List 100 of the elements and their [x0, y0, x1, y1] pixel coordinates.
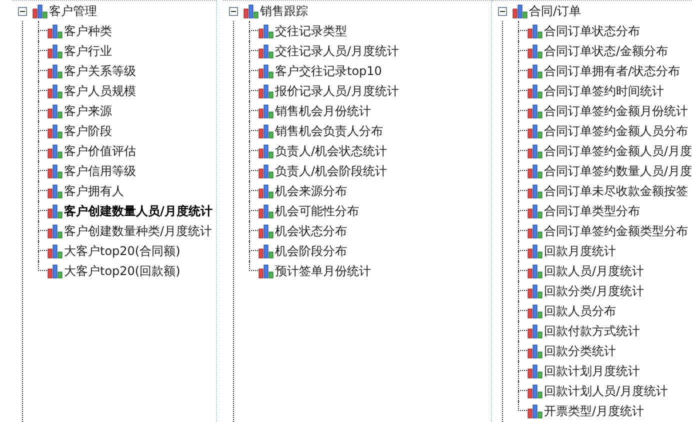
tree-item[interactable]: 回款人员分布 — [544, 302, 616, 320]
bar-chart-icon — [32, 3, 48, 19]
bar-chart-icon — [526, 43, 543, 59]
bar-chart-icon — [47, 43, 63, 59]
tree-item[interactable]: 回款分类统计 — [544, 342, 616, 360]
collapse-toggle[interactable] — [18, 6, 27, 16]
tree-item[interactable]: 回款计划人员/月度统计 — [544, 382, 668, 400]
tree-item[interactable]: 合同订单拥有者/状态分布 — [544, 62, 680, 80]
tree-item[interactable]: 客户关系等级 — [64, 62, 136, 80]
bar-chart-icon — [47, 163, 63, 179]
collapse-toggle[interactable] — [498, 6, 507, 16]
bar-chart-icon — [47, 63, 63, 79]
bar-chart-icon — [258, 43, 274, 59]
bar-chart-icon — [258, 103, 274, 119]
tree-item[interactable]: 负责人/机会阶段统计 — [275, 162, 388, 180]
tree-item[interactable]: 合同订单签约金额类型分布 — [544, 222, 688, 240]
tree-item[interactable]: 合同订单未尽收款金额按签 — [544, 182, 688, 200]
tree-node[interactable]: 合同/订单 — [528, 2, 581, 20]
tree-item[interactable]: 机会可能性分布 — [275, 202, 359, 220]
bar-chart-icon — [526, 163, 543, 179]
bar-chart-icon — [258, 203, 274, 219]
tree-item[interactable]: 机会阶段分布 — [275, 242, 347, 260]
bar-chart-icon — [258, 23, 274, 39]
tree-item[interactable]: 合同订单类型分布 — [544, 202, 640, 220]
tree-item[interactable]: 回款人员/月度统计 — [544, 262, 644, 280]
collapse-toggle[interactable] — [229, 6, 238, 16]
tree-item[interactable]: 合同订单状态分布 — [544, 22, 640, 40]
tree-item[interactable]: 交往记录人员/月度统计 — [275, 42, 400, 60]
bar-chart-icon — [258, 83, 274, 99]
bar-chart-icon — [47, 183, 63, 199]
bar-chart-icon — [258, 263, 274, 279]
bar-chart-icon — [526, 403, 543, 419]
tree-item[interactable]: 合同订单状态/金额分布 — [544, 42, 668, 60]
bar-chart-icon — [526, 143, 543, 159]
tree-item[interactable]: 开票类型/月度统计 — [544, 402, 644, 420]
tree-item[interactable]: 客户信用等级 — [64, 162, 136, 180]
tree-item[interactable]: 预计签单月份统计 — [275, 262, 371, 280]
tree-item[interactable]: 负责人/机会状态统计 — [275, 142, 388, 160]
bar-chart-icon — [47, 23, 63, 39]
bar-chart-icon — [258, 223, 274, 239]
tree-node[interactable]: 客户管理 — [49, 2, 97, 20]
tree-item[interactable]: 客户拥有人 — [64, 182, 124, 200]
tree-item[interactable]: 报价记录人员/月度统计 — [275, 82, 400, 100]
bar-chart-icon — [526, 223, 543, 239]
bar-chart-icon — [526, 283, 543, 299]
tree-item[interactable]: 回款付款方式统计 — [544, 322, 640, 340]
bar-chart-icon — [258, 143, 274, 159]
bar-chart-icon — [526, 363, 543, 379]
bar-chart-icon — [258, 163, 274, 179]
bar-chart-icon — [47, 263, 63, 279]
tree-item[interactable]: 回款计划月度统计 — [544, 362, 640, 380]
tree-item[interactable]: 合同订单签约金额人员/月度 — [544, 142, 692, 160]
tree-item[interactable]: 合同订单签约时间统计 — [544, 82, 664, 100]
bar-chart-icon — [526, 123, 543, 139]
bar-chart-icon — [47, 143, 63, 159]
tree-item[interactable]: 销售机会月份统计 — [275, 102, 371, 120]
bar-chart-icon — [47, 223, 63, 239]
tree-item[interactable]: 合同订单签约数量人员/月度 — [544, 162, 692, 180]
tree-item[interactable]: 客户行业 — [64, 42, 112, 60]
tree-item[interactable]: 大客户top20(合同额) — [64, 242, 180, 260]
bar-chart-icon — [47, 123, 63, 139]
tree-item[interactable]: 机会来源分布 — [275, 182, 347, 200]
tree-item[interactable]: 机会状态分布 — [275, 222, 347, 240]
tree-item[interactable]: 客户创建数量种类/月度统计 — [64, 222, 212, 240]
bar-chart-icon — [243, 3, 259, 19]
bar-chart-icon — [526, 303, 543, 319]
tree-item[interactable]: 客户创建数量人员/月度统计 — [64, 202, 212, 220]
tree-item[interactable]: 回款分类/月度统计 — [544, 282, 644, 300]
bar-chart-icon — [258, 183, 274, 199]
tree-item[interactable]: 客户价值评估 — [64, 142, 136, 160]
tree-item[interactable]: 客户阶段 — [64, 122, 112, 140]
bar-chart-icon — [526, 63, 543, 79]
bar-chart-icon — [526, 103, 543, 119]
bar-chart-icon — [526, 243, 543, 259]
bar-chart-icon — [526, 83, 543, 99]
bar-chart-icon — [526, 203, 543, 219]
bar-chart-icon — [47, 243, 63, 259]
tree-item[interactable]: 客户种类 — [64, 22, 112, 40]
bar-chart-icon — [47, 83, 63, 99]
tree-item[interactable]: 客户人员规模 — [64, 82, 136, 100]
bar-chart-icon — [512, 3, 528, 19]
bar-chart-icon — [47, 203, 63, 219]
bar-chart-icon — [258, 63, 274, 79]
tree-node[interactable]: 销售跟踪 — [260, 2, 308, 20]
bar-chart-icon — [526, 383, 543, 399]
tree-item[interactable]: 销售机会负责人分布 — [275, 122, 383, 140]
bar-chart-icon — [526, 343, 543, 359]
tree-item[interactable]: 回款月度统计 — [544, 242, 616, 260]
bar-chart-icon — [526, 23, 543, 39]
tree-item[interactable]: 合同订单签约金额人员分布 — [544, 122, 688, 140]
tree-item[interactable]: 合同订单签约金额月份统计 — [544, 102, 688, 120]
bar-chart-icon — [526, 323, 543, 339]
bar-chart-icon — [258, 123, 274, 139]
bar-chart-icon — [258, 243, 274, 259]
bar-chart-icon — [526, 263, 543, 279]
tree-item[interactable]: 客户来源 — [64, 102, 112, 120]
bar-chart-icon — [526, 183, 543, 199]
tree-item[interactable]: 大客户top20(回款额) — [64, 262, 180, 280]
tree-item[interactable]: 客户交往记录top10 — [275, 62, 382, 80]
tree-item[interactable]: 交往记录类型 — [275, 22, 347, 40]
